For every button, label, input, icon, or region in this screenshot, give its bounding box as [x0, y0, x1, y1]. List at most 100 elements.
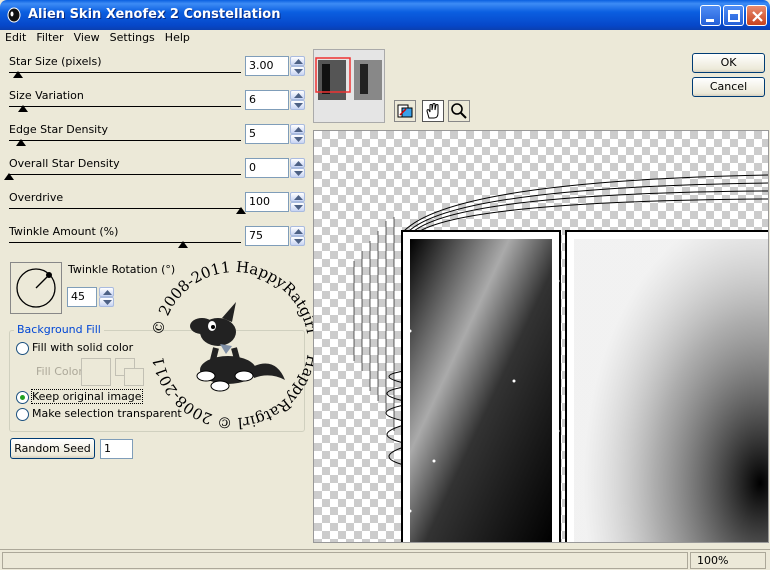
- arrow-up-icon: [294, 59, 303, 64]
- spin-down-button[interactable]: [290, 100, 305, 110]
- star-size-slider-track[interactable]: [9, 72, 241, 73]
- fill-color-label: Fill Color: [36, 365, 83, 378]
- twinkle-amount-input[interactable]: 75: [245, 226, 289, 246]
- spin-up-button[interactable]: [99, 287, 114, 297]
- overdrive-slider-track[interactable]: [9, 208, 241, 209]
- spin-up-button[interactable]: [290, 90, 305, 100]
- arrow-up-icon: [294, 161, 303, 166]
- overall-star-density-spinner[interactable]: [290, 158, 305, 178]
- arrow-up-icon: [294, 93, 303, 98]
- spin-down-button[interactable]: [290, 134, 305, 144]
- title-bar: Alien Skin Xenofex 2 Constellation: [0, 0, 770, 30]
- star-size-input[interactable]: 3.00: [245, 56, 289, 76]
- spin-down-button[interactable]: [290, 236, 305, 246]
- arrow-up-icon: [294, 195, 303, 200]
- fill-solid-color-label[interactable]: Fill with solid color: [32, 341, 133, 354]
- twinkle-amount-slider-thumb[interactable]: [178, 241, 188, 248]
- twinkle-amount-spinner[interactable]: [290, 226, 305, 246]
- window-title: Alien Skin Xenofex 2 Constellation: [28, 7, 281, 22]
- arrow-down-icon: [103, 300, 112, 305]
- zoom-tool-button[interactable]: [448, 100, 470, 122]
- cancel-button[interactable]: Cancel: [692, 77, 765, 97]
- twinkle-rotation-dial[interactable]: [10, 262, 62, 314]
- zoom-level: 100%: [697, 554, 729, 567]
- menu-view[interactable]: View: [69, 30, 105, 47]
- background-fill-title: Background Fill: [14, 323, 104, 336]
- arrow-down-icon: [294, 137, 303, 142]
- random-seed-input[interactable]: 1: [100, 439, 133, 459]
- close-icon: [752, 11, 763, 22]
- navigator-thumbnail[interactable]: [313, 49, 385, 123]
- star-size-slider-thumb[interactable]: [13, 71, 24, 78]
- overdrive-spinner[interactable]: [290, 192, 305, 212]
- overall-star-density-input[interactable]: 0: [245, 158, 289, 178]
- menu-filter[interactable]: Filter: [31, 30, 68, 47]
- overdrive-label: Overdrive: [9, 191, 64, 204]
- navigator-preview-image: [314, 50, 384, 122]
- random-seed-button[interactable]: Random Seed: [10, 438, 95, 459]
- twinkle-amount-slider-track[interactable]: [9, 242, 241, 243]
- edge-star-density-input[interactable]: 5: [245, 124, 289, 144]
- spin-down-button[interactable]: [99, 297, 114, 307]
- compare-icon: [397, 104, 413, 118]
- keep-original-image-radio[interactable]: [16, 391, 29, 404]
- spin-up-button[interactable]: [290, 158, 305, 168]
- edge-star-density-slider-thumb[interactable]: [15, 139, 26, 146]
- size-variation-input[interactable]: 6: [245, 90, 289, 110]
- preview-image: [353, 174, 768, 542]
- menu-help[interactable]: Help: [160, 30, 195, 47]
- hand-icon: [426, 103, 439, 119]
- svg-text:© 2008-2011 HappyRatgirl: © 2008-2011 HappyRatgirl: [150, 260, 320, 337]
- minimize-button[interactable]: [700, 5, 721, 26]
- star-size-spinner[interactable]: [290, 56, 305, 76]
- spin-down-button[interactable]: [290, 168, 305, 178]
- arrow-down-icon: [294, 69, 303, 74]
- menu-edit[interactable]: Edit: [0, 30, 31, 47]
- spin-up-button[interactable]: [290, 124, 305, 134]
- ok-button[interactable]: OK: [692, 53, 765, 73]
- spin-up-button[interactable]: [290, 226, 305, 236]
- arrow-up-icon: [103, 290, 112, 295]
- hand-tool-button[interactable]: [422, 100, 444, 122]
- spin-up-button[interactable]: [290, 192, 305, 202]
- spin-down-button[interactable]: [290, 202, 305, 212]
- fill-color-picker-front: [124, 368, 144, 386]
- close-button[interactable]: [746, 5, 767, 26]
- keep-original-image-label[interactable]: Keep original image: [31, 389, 143, 404]
- preview-canvas[interactable]: [313, 130, 769, 543]
- arrow-down-icon: [294, 205, 303, 210]
- overall-star-density-slider-track[interactable]: [9, 174, 241, 175]
- spin-down-button[interactable]: [290, 66, 305, 76]
- dog-illustration: [190, 302, 285, 392]
- status-message-cell: [2, 552, 688, 569]
- size-variation-slider-thumb[interactable]: [17, 105, 28, 112]
- maximize-icon: [728, 10, 740, 22]
- menu-settings[interactable]: Settings: [105, 30, 160, 47]
- status-bar: 100%: [0, 549, 770, 570]
- edge-star-density-slider-track[interactable]: [9, 140, 241, 141]
- arrow-up-icon: [294, 127, 303, 132]
- twinkle-amount-label: Twinkle Amount (%): [9, 225, 119, 238]
- arrow-up-icon: [294, 229, 303, 234]
- twinkle-rotation-spinner[interactable]: [99, 287, 114, 307]
- spin-up-button[interactable]: [290, 56, 305, 66]
- menu-bar: Edit Filter View Settings Help: [0, 30, 770, 47]
- happyratgirl-watermark: © 2008-2011 HappyRatgirl HappyRatgirl © …: [150, 260, 320, 430]
- overdrive-input[interactable]: 100: [245, 192, 289, 212]
- edge-star-density-label: Edge Star Density: [9, 123, 109, 136]
- make-selection-transparent-radio[interactable]: [16, 408, 29, 421]
- star-size-label: Star Size (pixels): [9, 55, 102, 68]
- twinkle-rotation-input[interactable]: 45: [67, 287, 97, 307]
- minimize-icon: [706, 19, 714, 22]
- maximize-button[interactable]: [723, 5, 744, 26]
- size-variation-spinner[interactable]: [290, 90, 305, 110]
- overall-star-density-label: Overall Star Density: [9, 157, 120, 170]
- compare-tool-button[interactable]: [394, 100, 416, 122]
- size-variation-label: Size Variation: [9, 89, 84, 102]
- alien-skin-app-icon: [7, 7, 21, 23]
- arrow-down-icon: [294, 103, 303, 108]
- size-variation-slider-track[interactable]: [9, 106, 241, 107]
- edge-star-density-spinner[interactable]: [290, 124, 305, 144]
- overall-star-density-slider-thumb[interactable]: [4, 173, 14, 180]
- fill-solid-color-radio[interactable]: [16, 342, 29, 355]
